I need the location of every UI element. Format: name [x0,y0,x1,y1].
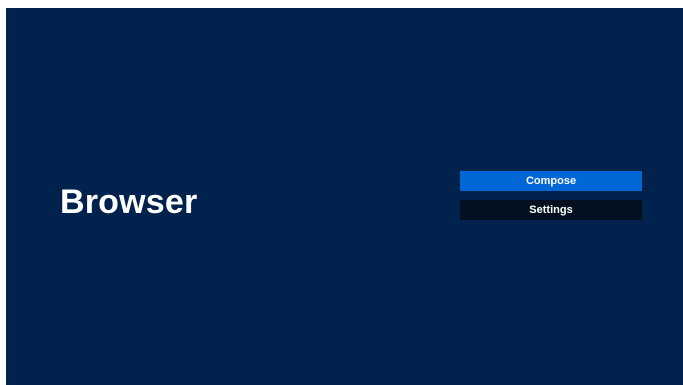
compose-button[interactable]: Compose [460,171,642,191]
page-title: Browser [60,183,198,221]
main-menu: Compose Settings [460,171,642,220]
settings-button[interactable]: Settings [460,200,642,220]
app-screen: Browser Compose Settings [6,8,683,385]
